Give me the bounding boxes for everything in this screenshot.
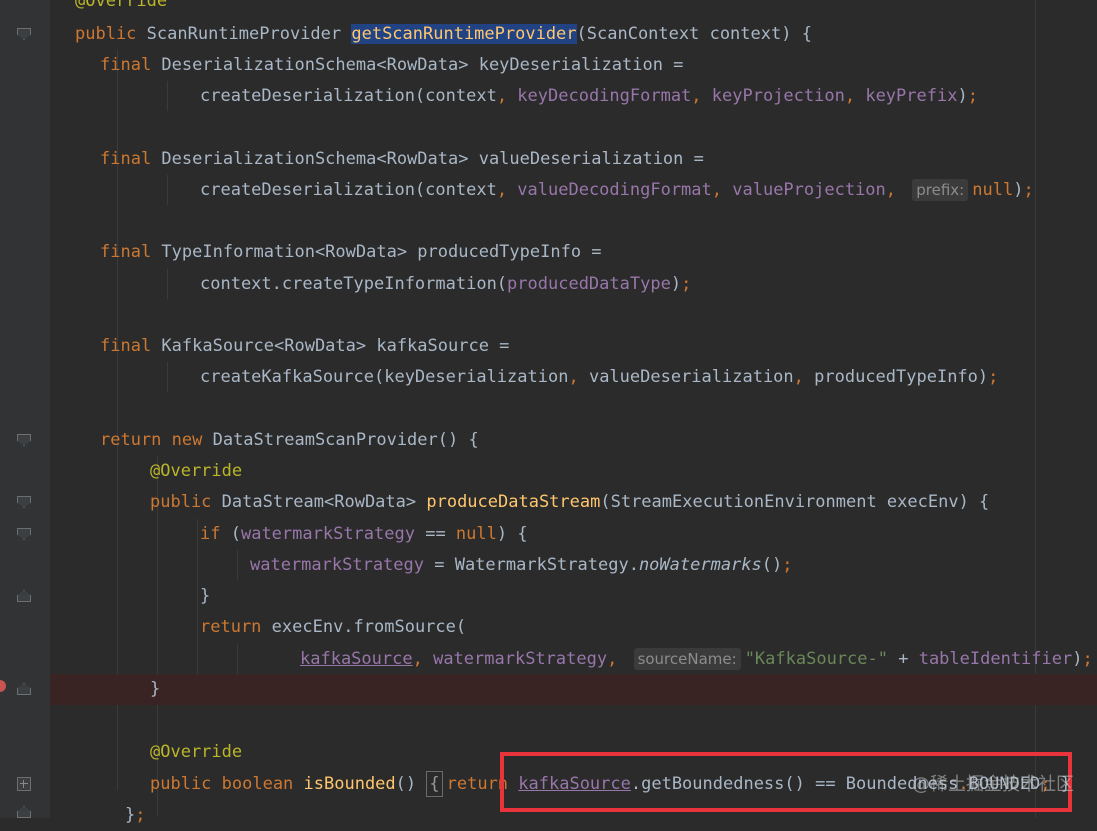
code-line[interactable]: kafkaSource, watermarkStrategy, sourceNa… — [50, 644, 1097, 675]
code-editor[interactable]: @Override public ScanRuntimeProvider getS… — [50, 0, 1097, 825]
fold-collapse-icon[interactable] — [17, 28, 31, 40]
code-line[interactable]: @Override — [50, 456, 1097, 487]
code-line[interactable]: @Override — [50, 737, 1097, 768]
code-line[interactable]: context.createTypeInformation(producedDa… — [50, 269, 1097, 300]
code-line[interactable]: createKafkaSource(keyDeserialization, va… — [50, 362, 1097, 393]
fold-plus-icon[interactable] — [17, 777, 31, 791]
code-line[interactable]: final TypeInformation<RowData> producedT… — [50, 237, 1097, 268]
code-line[interactable]: public ScanRuntimeProvider getScanRuntim… — [50, 19, 1097, 50]
fold-expand-icon[interactable] — [17, 683, 31, 695]
code-line[interactable]: watermarkStrategy = WatermarkStrategy.no… — [50, 550, 1097, 581]
code-line[interactable]: return new DataStreamScanProvider() { — [50, 425, 1097, 456]
breakpoint-icon[interactable] — [0, 680, 6, 692]
code-line[interactable]: } — [50, 581, 1097, 612]
code-line[interactable]: }; — [50, 800, 1097, 831]
code-line[interactable]: @Override — [50, 0, 1097, 17]
fold-expand-icon[interactable] — [17, 806, 31, 818]
fold-collapse-icon[interactable] — [17, 528, 31, 540]
editor-gutter[interactable] — [0, 0, 50, 818]
fold-expand-icon[interactable] — [17, 590, 31, 602]
code-line[interactable]: return execEnv.fromSource( — [50, 612, 1097, 643]
code-line[interactable]: final DeserializationSchema<RowData> val… — [50, 144, 1097, 175]
code-line[interactable]: if (watermarkStrategy == null) { — [50, 519, 1097, 550]
code-line[interactable]: public DataStream<RowData> produceDataSt… — [50, 487, 1097, 518]
fold-collapse-icon[interactable] — [17, 434, 31, 446]
code-line[interactable]: createDeserialization(context, keyDecodi… — [50, 81, 1097, 112]
fold-collapse-icon[interactable] — [17, 496, 31, 508]
code-line[interactable]: final DeserializationSchema<RowData> key… — [50, 50, 1097, 81]
code-line[interactable]: final KafkaSource<RowData> kafkaSource = — [50, 331, 1097, 362]
code-line[interactable]: } — [50, 674, 1097, 705]
watermark: @稀土掘金技术社区 — [912, 774, 1074, 795]
code-line[interactable]: createDeserialization(context, valueDeco… — [50, 175, 1097, 206]
